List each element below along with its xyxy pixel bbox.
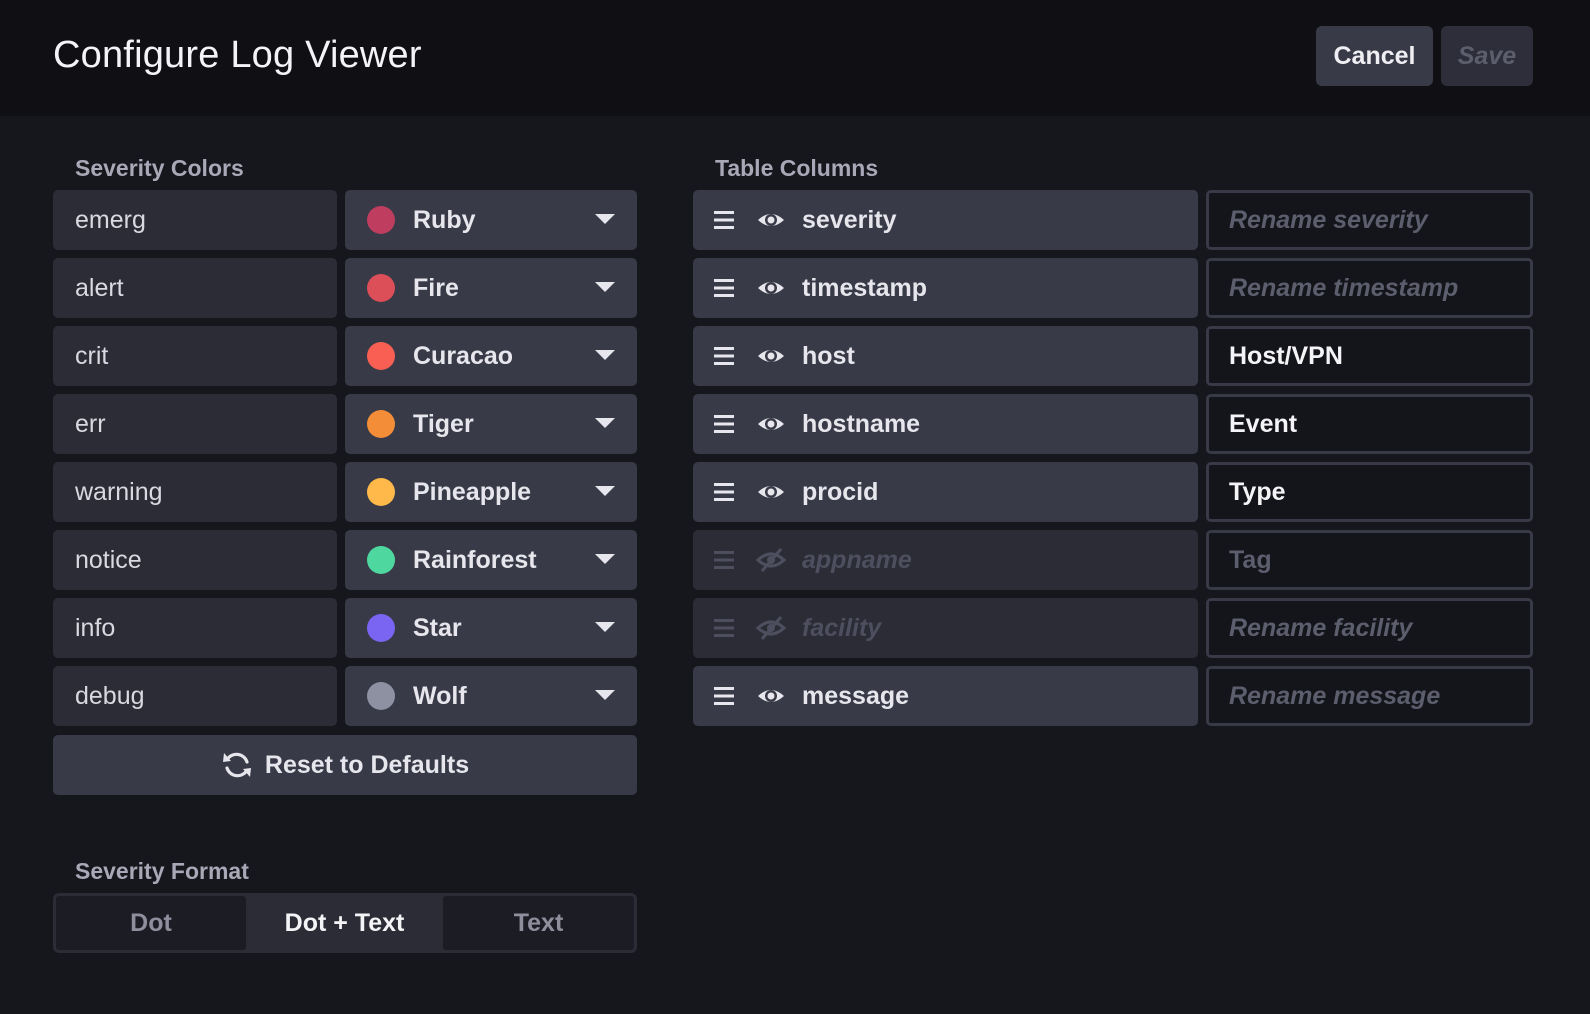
column-name: appname — [802, 546, 912, 574]
rename-timestamp-input[interactable] — [1206, 258, 1533, 318]
color-name: Ruby — [413, 206, 476, 234]
column-row-severity[interactable]: severity — [693, 190, 1198, 250]
severity-name: crit — [53, 326, 337, 386]
color-swatch — [367, 410, 395, 438]
column-row-message[interactable]: message — [693, 666, 1198, 726]
color-swatch — [367, 478, 395, 506]
format-option-text[interactable]: Text — [443, 896, 634, 950]
eye-icon[interactable] — [756, 341, 786, 371]
cancel-button[interactable]: Cancel — [1316, 26, 1433, 86]
severity-color-dropdown[interactable]: Pineapple — [345, 462, 637, 522]
rename-severity-input[interactable] — [1206, 190, 1533, 250]
rename-facility-input[interactable] — [1206, 598, 1533, 658]
color-swatch — [367, 546, 395, 574]
column-row-host[interactable]: host — [693, 326, 1198, 386]
severity-colors-label: Severity Colors — [75, 155, 244, 181]
color-swatch — [367, 682, 395, 710]
caret-down-icon — [595, 214, 615, 224]
severity-color-dropdown[interactable]: Tiger — [345, 394, 637, 454]
severity-name: emerg — [53, 190, 337, 250]
save-button[interactable]: Save — [1441, 26, 1533, 86]
severity-format-toggle: Dot Dot + Text Text — [53, 893, 637, 953]
color-name: Star — [413, 614, 462, 642]
header: Configure Log Viewer Cancel Save — [0, 0, 1590, 116]
color-swatch — [367, 342, 395, 370]
column-name: hostname — [802, 410, 921, 438]
eye-icon[interactable] — [756, 409, 786, 439]
rename-hostname-input[interactable] — [1206, 394, 1533, 454]
caret-down-icon — [595, 418, 615, 428]
eye-slash-icon[interactable] — [756, 545, 786, 575]
eye-icon[interactable] — [756, 205, 786, 235]
severity-color-dropdown[interactable]: Curacao — [345, 326, 637, 386]
severity-name: info — [53, 598, 337, 658]
drag-handle-icon[interactable] — [713, 685, 735, 707]
color-name: Fire — [413, 274, 459, 302]
color-name: Curacao — [413, 342, 514, 370]
caret-down-icon — [595, 486, 615, 496]
color-name: Tiger — [413, 410, 474, 438]
color-swatch — [367, 274, 395, 302]
severity-name: alert — [53, 258, 337, 318]
column-row-appname[interactable]: appname — [693, 530, 1198, 590]
severity-color-dropdown[interactable]: Ruby — [345, 190, 637, 250]
column-name: severity — [802, 206, 897, 234]
format-option-dot[interactable]: Dot — [56, 896, 246, 950]
caret-down-icon — [595, 350, 615, 360]
severity-name: debug — [53, 666, 337, 726]
table-columns-label: Table Columns — [715, 155, 879, 181]
drag-handle-icon[interactable] — [713, 345, 735, 367]
reset-label: Reset to Defaults — [264, 750, 470, 779]
drag-handle-icon[interactable] — [713, 209, 735, 231]
drag-handle-icon[interactable] — [713, 549, 735, 571]
reset-to-defaults-button[interactable]: Reset to Defaults — [53, 735, 637, 795]
column-row-procid[interactable]: procid — [693, 462, 1198, 522]
eye-icon[interactable] — [756, 273, 786, 303]
color-name: Pineapple — [413, 478, 532, 506]
color-name: Rainforest — [413, 546, 537, 574]
drag-handle-icon[interactable] — [713, 277, 735, 299]
severity-name: err — [53, 394, 337, 454]
color-swatch — [367, 206, 395, 234]
severity-name: notice — [53, 530, 337, 590]
column-row-facility[interactable]: facility — [693, 598, 1198, 658]
rename-host-input[interactable] — [1206, 326, 1533, 386]
severity-color-dropdown[interactable]: Fire — [345, 258, 637, 318]
column-name: message — [802, 682, 910, 710]
column-row-timestamp[interactable]: timestamp — [693, 258, 1198, 318]
rename-procid-input[interactable] — [1206, 462, 1533, 522]
column-name: facility — [802, 614, 882, 642]
column-name: host — [802, 342, 855, 370]
color-swatch — [367, 614, 395, 642]
severity-color-dropdown[interactable]: Wolf — [345, 666, 637, 726]
drag-handle-icon[interactable] — [713, 481, 735, 503]
eye-icon[interactable] — [756, 477, 786, 507]
format-option-dot-text[interactable]: Dot + Text — [246, 896, 443, 950]
drag-handle-icon[interactable] — [713, 413, 735, 435]
page-title: Configure Log Viewer — [53, 34, 422, 76]
severity-color-dropdown[interactable]: Star — [345, 598, 637, 658]
rename-message-input[interactable] — [1206, 666, 1533, 726]
caret-down-icon — [595, 282, 615, 292]
caret-down-icon — [595, 622, 615, 632]
caret-down-icon — [595, 690, 615, 700]
severity-name: warning — [53, 462, 337, 522]
column-name: timestamp — [802, 274, 928, 302]
refresh-icon — [222, 752, 251, 778]
column-name: procid — [802, 478, 879, 506]
severity-color-dropdown[interactable]: Rainforest — [345, 530, 637, 590]
severity-format-label: Severity Format — [75, 858, 249, 884]
caret-down-icon — [595, 554, 615, 564]
eye-icon[interactable] — [756, 681, 786, 711]
drag-handle-icon[interactable] — [713, 617, 735, 639]
rename-appname-input[interactable] — [1206, 530, 1533, 590]
column-row-hostname[interactable]: hostname — [693, 394, 1198, 454]
eye-slash-icon[interactable] — [756, 613, 786, 643]
color-name: Wolf — [413, 682, 467, 710]
